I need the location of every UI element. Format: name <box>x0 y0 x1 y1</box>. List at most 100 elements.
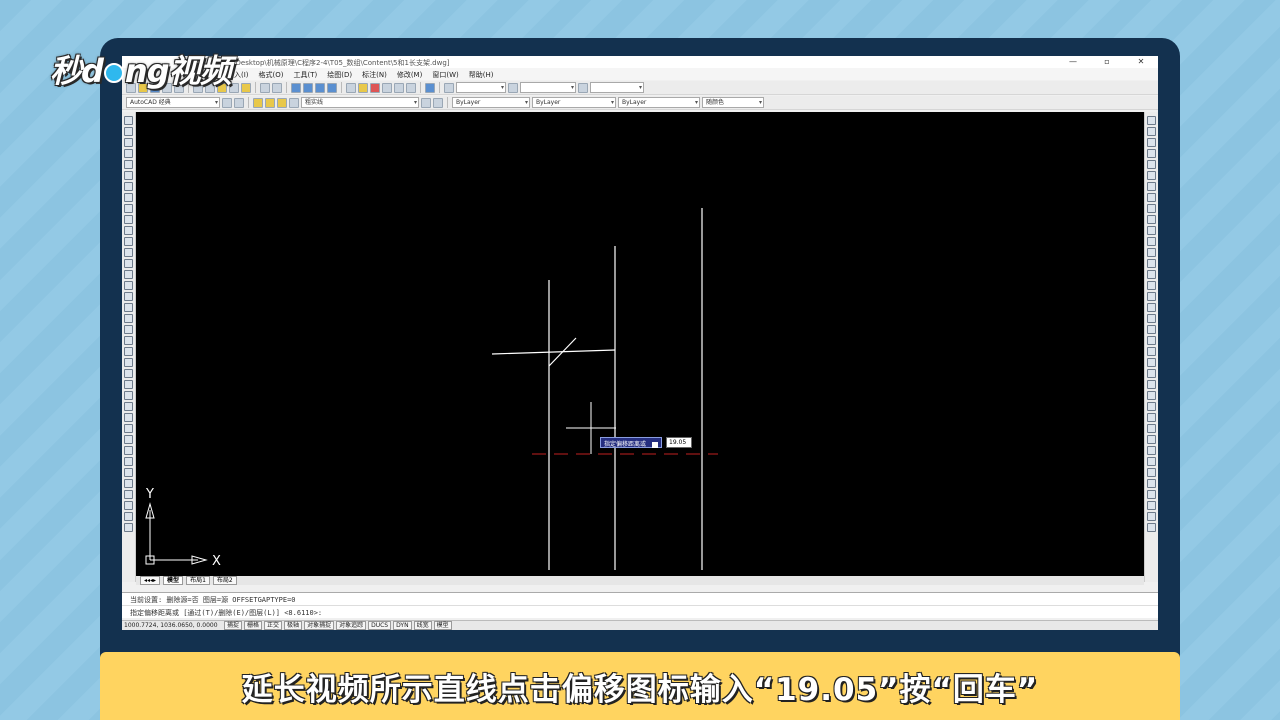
draw-tool-icon[interactable] <box>124 149 133 158</box>
lineweight-dropdown[interactable]: ByLayer <box>618 97 700 108</box>
table-style-icon[interactable] <box>578 82 588 93</box>
modify-tool-icon[interactable] <box>1147 138 1156 147</box>
dim-style-icon[interactable] <box>508 82 518 93</box>
draw-tool-icon[interactable] <box>124 138 133 147</box>
menu-dimension[interactable]: 标注(N) <box>357 68 392 80</box>
make-current-layer-icon[interactable] <box>421 97 431 108</box>
modify-tool-icon[interactable] <box>1147 149 1156 158</box>
modify-tool-icon[interactable] <box>1147 160 1156 169</box>
color-dropdown[interactable]: ByLayer <box>452 97 530 108</box>
modify-tool-icon[interactable] <box>1147 424 1156 433</box>
modify-tool-icon[interactable] <box>1147 479 1156 488</box>
zoom-previous-icon[interactable] <box>327 82 337 93</box>
draw-tool-icon[interactable] <box>124 424 133 433</box>
modify-tool-icon[interactable] <box>1147 391 1156 400</box>
draw-tool-icon[interactable] <box>124 270 133 279</box>
modify-tool-icon[interactable] <box>1147 490 1156 499</box>
design-center-icon[interactable] <box>358 82 368 93</box>
modify-tool-icon[interactable] <box>1147 523 1156 532</box>
modify-tool-icon[interactable] <box>1147 182 1156 191</box>
modify-tool-icon[interactable] <box>1147 468 1156 477</box>
dropdown-arrow-icon[interactable] <box>652 441 659 448</box>
menu-window[interactable]: 窗口(W) <box>427 68 463 80</box>
snap-toggle[interactable]: 捕捉 <box>224 621 243 630</box>
modify-tool-icon[interactable] <box>1147 281 1156 290</box>
draw-tool-icon[interactable] <box>124 182 133 191</box>
modify-tool-icon[interactable] <box>1147 512 1156 521</box>
draw-tool-icon[interactable] <box>124 237 133 246</box>
ducs-toggle[interactable]: DUCS <box>368 621 392 630</box>
otrack-toggle[interactable]: 对象追踪 <box>336 621 367 630</box>
modify-tool-icon[interactable] <box>1147 259 1156 268</box>
draw-tool-icon[interactable] <box>124 259 133 268</box>
modify-tool-icon[interactable] <box>1147 292 1156 301</box>
modify-tool-icon[interactable] <box>1147 270 1156 279</box>
menu-draw[interactable]: 绘图(D) <box>322 68 357 80</box>
draw-tool-icon[interactable] <box>124 215 133 224</box>
draw-tool-icon[interactable] <box>124 435 133 444</box>
draw-tool-icon[interactable] <box>124 303 133 312</box>
modify-tool-icon[interactable] <box>1147 413 1156 422</box>
draw-tool-icon[interactable] <box>124 325 133 334</box>
draw-tool-icon[interactable] <box>124 358 133 367</box>
undo-icon[interactable] <box>260 82 270 93</box>
tool-palettes-icon[interactable] <box>370 82 380 93</box>
ortho-toggle[interactable]: 正交 <box>264 621 283 630</box>
draw-tool-icon[interactable] <box>124 501 133 510</box>
draw-tool-icon[interactable] <box>124 248 133 257</box>
modify-tool-icon[interactable] <box>1147 171 1156 180</box>
zoom-window-icon[interactable] <box>315 82 325 93</box>
maximize-button[interactable]: ▫ <box>1090 56 1124 68</box>
close-button[interactable]: ✕ <box>1124 56 1158 68</box>
draw-tool-icon[interactable] <box>124 380 133 389</box>
modify-tool-icon[interactable] <box>1147 358 1156 367</box>
draw-tool-icon[interactable] <box>124 127 133 136</box>
layer-lock-icon[interactable] <box>289 97 299 108</box>
pan-icon[interactable] <box>291 82 301 93</box>
draw-tool-icon[interactable] <box>124 226 133 235</box>
layer-previous-icon[interactable] <box>433 97 443 108</box>
modify-tool-icon[interactable] <box>1147 303 1156 312</box>
osnap-toggle[interactable]: 对象捕捉 <box>304 621 335 630</box>
draw-tool-icon[interactable] <box>124 292 133 301</box>
calculator-icon[interactable] <box>406 82 416 93</box>
modify-tool-icon[interactable] <box>1147 369 1156 378</box>
sheet-set-icon[interactable] <box>382 82 392 93</box>
modify-tool-icon[interactable] <box>1147 336 1156 345</box>
menu-help[interactable]: 帮助(H) <box>464 68 499 80</box>
workspace-dropdown[interactable]: AutoCAD 经典 <box>126 97 220 108</box>
command-window[interactable]: 当前设置: 删除源=否 图层=源 OFFSETGAPTYPE=0 指定偏移距离或… <box>122 592 1158 618</box>
modify-tool-icon[interactable] <box>1147 127 1156 136</box>
modify-tool-icon[interactable] <box>1147 402 1156 411</box>
draw-tool-icon[interactable] <box>124 479 133 488</box>
help-icon[interactable] <box>425 82 435 93</box>
menu-tools[interactable]: 工具(T) <box>289 68 323 80</box>
draw-tool-icon[interactable] <box>124 468 133 477</box>
markup-icon[interactable] <box>394 82 404 93</box>
modify-tool-icon[interactable] <box>1147 446 1156 455</box>
tab-layout2[interactable]: 布局2 <box>212 576 237 585</box>
grid-toggle[interactable]: 栅格 <box>244 621 263 630</box>
draw-tool-icon[interactable] <box>124 171 133 180</box>
dyn-toggle[interactable]: DYN <box>393 621 412 630</box>
modify-tool-icon[interactable] <box>1147 501 1156 510</box>
draw-tool-icon[interactable] <box>124 413 133 422</box>
draw-tool-icon[interactable] <box>124 347 133 356</box>
dynamic-input-value[interactable]: 19.05 <box>666 437 692 448</box>
draw-tool-icon[interactable] <box>124 402 133 411</box>
draw-tool-icon[interactable] <box>124 204 133 213</box>
layer-on-icon[interactable] <box>265 97 275 108</box>
modify-tool-icon[interactable] <box>1147 204 1156 213</box>
horizontal-line[interactable] <box>491 349 616 355</box>
modify-tool-icon[interactable] <box>1147 435 1156 444</box>
dim-style-dropdown[interactable] <box>520 82 576 93</box>
properties-icon[interactable] <box>346 82 356 93</box>
zoom-realtime-icon[interactable] <box>303 82 313 93</box>
modify-tool-icon[interactable] <box>1147 193 1156 202</box>
tab-layout1[interactable]: 布局1 <box>186 576 210 585</box>
minimize-button[interactable]: — <box>1056 56 1090 68</box>
drawing-canvas[interactable]: Y X 指定偏移距离或 19.05 <box>136 112 1144 576</box>
draw-tool-icon[interactable] <box>124 446 133 455</box>
command-prompt-line[interactable]: 指定偏移距离或 [通过(T)/删除(E)/图层(L)] <8.6110>: <box>122 605 1158 617</box>
draw-tool-icon[interactable] <box>124 391 133 400</box>
